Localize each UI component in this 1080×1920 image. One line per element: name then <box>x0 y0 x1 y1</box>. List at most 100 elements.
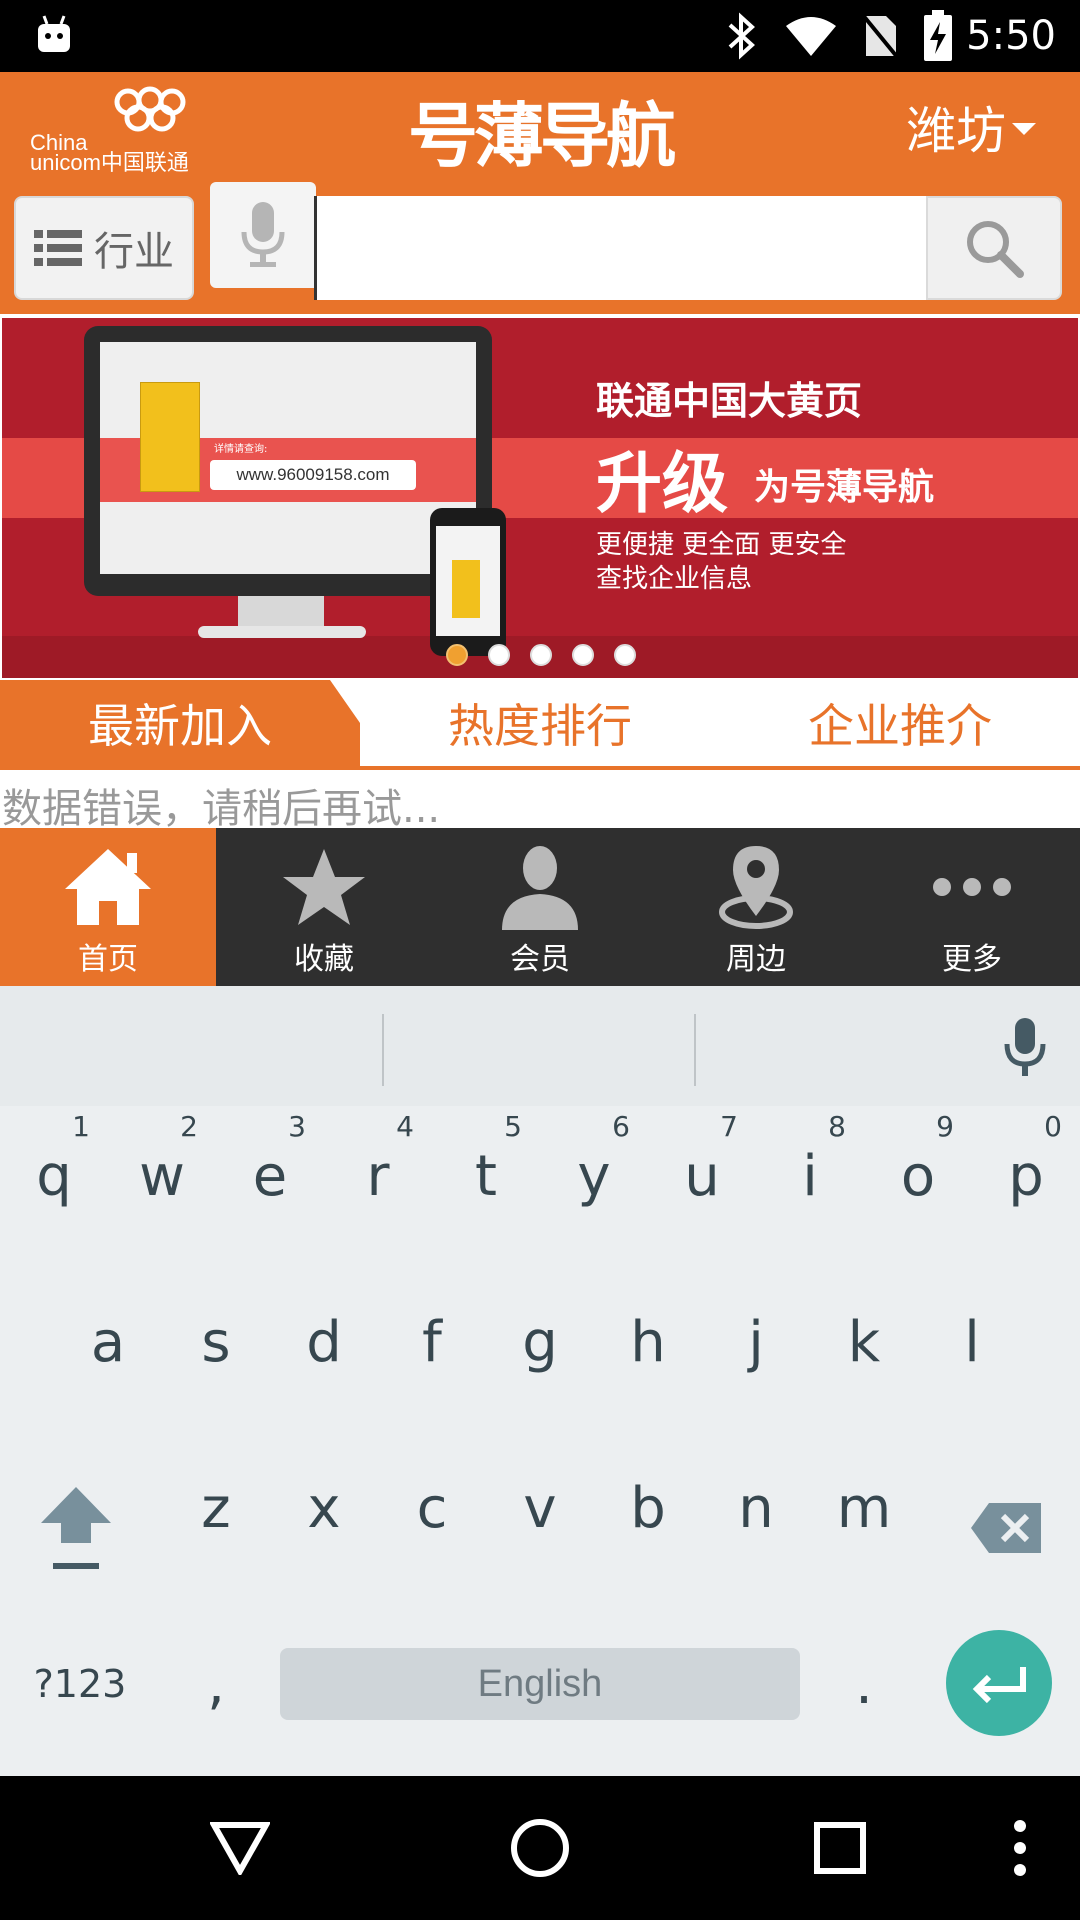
industry-button[interactable]: 行业 <box>14 196 194 300</box>
key-number-hint: 0 <box>1044 1110 1062 1143</box>
key-k[interactable]: k <box>810 1262 918 1422</box>
key-o[interactable]: 9o <box>864 1096 972 1256</box>
key-w[interactable]: 2w <box>108 1096 216 1256</box>
key-c[interactable]: c <box>378 1428 486 1588</box>
city-selector[interactable]: 潍坊 <box>906 92 1036 162</box>
key-i[interactable]: 8i <box>756 1096 864 1256</box>
city-label: 潍坊 <box>906 102 1006 160</box>
key-number-hint: 3 <box>288 1110 306 1143</box>
app-header: China unicom中国联通 号薄导航 潍坊 行业 <box>0 72 1080 314</box>
key-l[interactable]: l <box>918 1262 1026 1422</box>
tab-popular[interactable]: 热度排行 <box>360 680 720 766</box>
comma-key[interactable]: , <box>162 1604 270 1764</box>
tab-featured[interactable]: 企业推介 <box>720 680 1080 766</box>
voice-search-button[interactable] <box>210 182 316 288</box>
microphone-icon <box>241 202 285 267</box>
carousel-dots <box>446 644 656 666</box>
promo-banner[interactable]: 详情请查询: www.96009158.com 联通中国大黄页 升级 为号薄导航… <box>2 318 1078 678</box>
key-number-hint: 9 <box>936 1110 954 1143</box>
key-d[interactable]: d <box>270 1262 378 1422</box>
android-notification-icon <box>38 15 70 52</box>
carousel-dot[interactable] <box>614 644 636 666</box>
menu-button[interactable] <box>984 1812 1056 1884</box>
nav-member[interactable]: 会员 <box>432 828 648 986</box>
back-button[interactable] <box>204 1812 276 1884</box>
status-bar: 5:50 <box>0 0 1080 72</box>
key-e[interactable]: 3e <box>216 1096 324 1256</box>
key-number-hint: 7 <box>720 1110 738 1143</box>
symbols-key[interactable]: ?123 <box>30 1648 130 1720</box>
backspace-key[interactable] <box>952 1448 1060 1608</box>
space-bar[interactable]: English <box>280 1648 800 1720</box>
app-title: 号薄导航 <box>408 95 676 177</box>
star-icon <box>283 849 365 925</box>
china-unicom-logo: China unicom中国联通 <box>28 86 198 182</box>
key-number-hint: 2 <box>180 1110 198 1143</box>
yellow-book-image <box>140 382 200 492</box>
person-icon <box>502 846 578 930</box>
content-tabs: 最新加入 热度排行 企业推介 <box>0 680 1080 770</box>
unicom-knot-icon <box>114 86 186 132</box>
banner-line1: 联通中国大黄页 <box>596 379 863 423</box>
more-dots-icon <box>933 878 1011 896</box>
location-pin-icon <box>719 846 793 929</box>
wifi-icon <box>786 17 837 56</box>
phone-illustration <box>430 508 506 656</box>
overflow-menu-icon <box>1014 1820 1026 1876</box>
key-r[interactable]: 4r <box>324 1096 432 1256</box>
shift-key[interactable] <box>22 1448 130 1608</box>
key-number-hint: 5 <box>504 1110 522 1143</box>
home-button[interactable] <box>504 1812 576 1884</box>
battery-charging-icon <box>924 10 953 61</box>
bottom-nav: 首页 收藏 会员 周边 更多 <box>0 828 1080 986</box>
carousel-dot[interactable] <box>488 644 510 666</box>
carousel-dot[interactable] <box>530 644 552 666</box>
back-triangle-icon <box>210 1822 270 1875</box>
key-j[interactable]: j <box>702 1262 810 1422</box>
key-y[interactable]: 6y <box>540 1096 648 1256</box>
banner-line2b: 为号薄导航 <box>754 467 935 508</box>
key-u[interactable]: 7u <box>648 1096 756 1256</box>
key-f[interactable]: f <box>378 1262 486 1422</box>
key-p[interactable]: 0p <box>972 1096 1080 1256</box>
key-z[interactable]: z <box>162 1428 270 1588</box>
key-s[interactable]: s <box>162 1262 270 1422</box>
carousel-dot[interactable] <box>446 644 468 666</box>
recents-square-icon <box>814 1822 866 1874</box>
key-t[interactable]: 5t <box>432 1096 540 1256</box>
key-number-hint: 6 <box>612 1110 630 1143</box>
enter-key[interactable] <box>946 1630 1052 1736</box>
key-n[interactable]: n <box>702 1428 810 1588</box>
backspace-icon <box>971 1503 1041 1553</box>
key-m[interactable]: m <box>810 1428 918 1588</box>
key-v[interactable]: v <box>486 1428 594 1588</box>
nav-more[interactable]: 更多 <box>864 828 1080 986</box>
tab-latest[interactable]: 最新加入 <box>0 680 360 766</box>
list-icon <box>34 230 82 266</box>
key-h[interactable]: h <box>594 1262 702 1422</box>
key-a[interactable]: a <box>54 1262 162 1422</box>
shift-arrow-icon <box>41 1487 111 1569</box>
suggestion-strip <box>0 986 1080 1106</box>
home-icon <box>65 849 151 925</box>
dropdown-caret-icon <box>1012 123 1036 135</box>
search-button[interactable] <box>926 196 1062 300</box>
key-b[interactable]: b <box>594 1428 702 1588</box>
nav-favorites[interactable]: 收藏 <box>216 828 432 986</box>
nav-nearby[interactable]: 周边 <box>648 828 864 986</box>
search-input[interactable] <box>314 196 926 300</box>
recents-button[interactable] <box>804 1812 876 1884</box>
key-number-hint: 4 <box>396 1110 414 1143</box>
keyboard-mic-icon[interactable] <box>1000 1016 1050 1080</box>
bluetooth-icon <box>728 12 756 60</box>
search-icon <box>967 221 1024 278</box>
banner-url: www.96009158.com <box>210 460 416 490</box>
key-x[interactable]: x <box>270 1428 378 1588</box>
clock: 5:50 <box>966 13 1056 59</box>
banner-line3: 更便捷 更全面 更安全 <box>596 530 847 560</box>
nav-home[interactable]: 首页 <box>0 828 216 986</box>
key-g[interactable]: g <box>486 1262 594 1422</box>
period-key[interactable]: . <box>810 1604 918 1764</box>
key-q[interactable]: 1q <box>0 1096 108 1256</box>
carousel-dot[interactable] <box>572 644 594 666</box>
